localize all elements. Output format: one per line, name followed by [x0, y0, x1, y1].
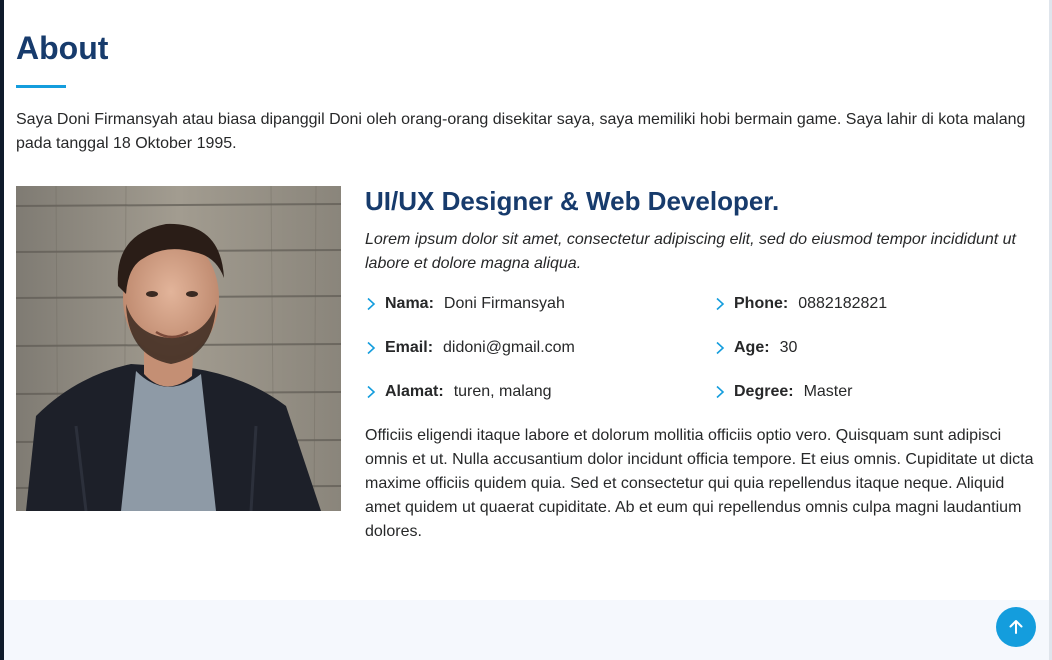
- detail-key: Nama:: [385, 295, 434, 312]
- detail-nama: Nama: Doni Firmansyah: [365, 292, 714, 316]
- profile-photo: [16, 186, 341, 511]
- detail-key: Phone:: [734, 295, 789, 312]
- chevron-right-icon: [365, 380, 385, 404]
- detail-key: Email:: [385, 339, 434, 356]
- detail-value: Master: [803, 383, 853, 400]
- details-list: Nama: Doni Firmansyah Phone: 0882182821 …: [365, 292, 1035, 404]
- detail-value: Doni Firmansyah: [443, 295, 565, 312]
- chevron-right-icon: [365, 292, 385, 316]
- about-intro: Saya Doni Firmansyah atau biasa dipanggi…: [16, 111, 1026, 152]
- detail-value: 0882182821: [798, 295, 888, 312]
- section-title: About: [16, 30, 109, 66]
- tagline: Lorem ipsum dolor sit amet, consectetur …: [365, 231, 1016, 272]
- detail-value: didoni@gmail.com: [443, 339, 575, 356]
- role-title: UI/UX Designer & Web Developer.: [365, 186, 780, 216]
- detail-email: Email: didoni@gmail.com: [365, 336, 714, 360]
- detail-alamat: Alamat: turen, malang: [365, 380, 714, 404]
- title-underline: [16, 85, 66, 88]
- detail-age: Age: 30: [714, 336, 1035, 360]
- chevron-right-icon: [714, 380, 734, 404]
- chevron-right-icon: [365, 336, 385, 360]
- chevron-right-icon: [714, 292, 734, 316]
- about-content: UI/UX Designer & Web Developer. Lorem ip…: [365, 184, 1035, 544]
- detail-value: turen, malang: [453, 383, 552, 400]
- detail-value: 30: [779, 339, 798, 356]
- back-to-top-button[interactable]: [996, 607, 1036, 647]
- about-body: Officiis eligendi itaque labore et dolor…: [365, 427, 1034, 540]
- next-section-band: [4, 600, 1049, 660]
- arrow-up-icon: [1007, 618, 1025, 636]
- detail-phone: Phone: 0882182821: [714, 292, 1035, 316]
- chevron-right-icon: [714, 336, 734, 360]
- detail-key: Age:: [734, 339, 770, 356]
- detail-key: Alamat:: [385, 383, 444, 400]
- detail-key: Degree:: [734, 383, 794, 400]
- detail-degree: Degree: Master: [714, 380, 1035, 404]
- left-edge-bar: [0, 0, 4, 660]
